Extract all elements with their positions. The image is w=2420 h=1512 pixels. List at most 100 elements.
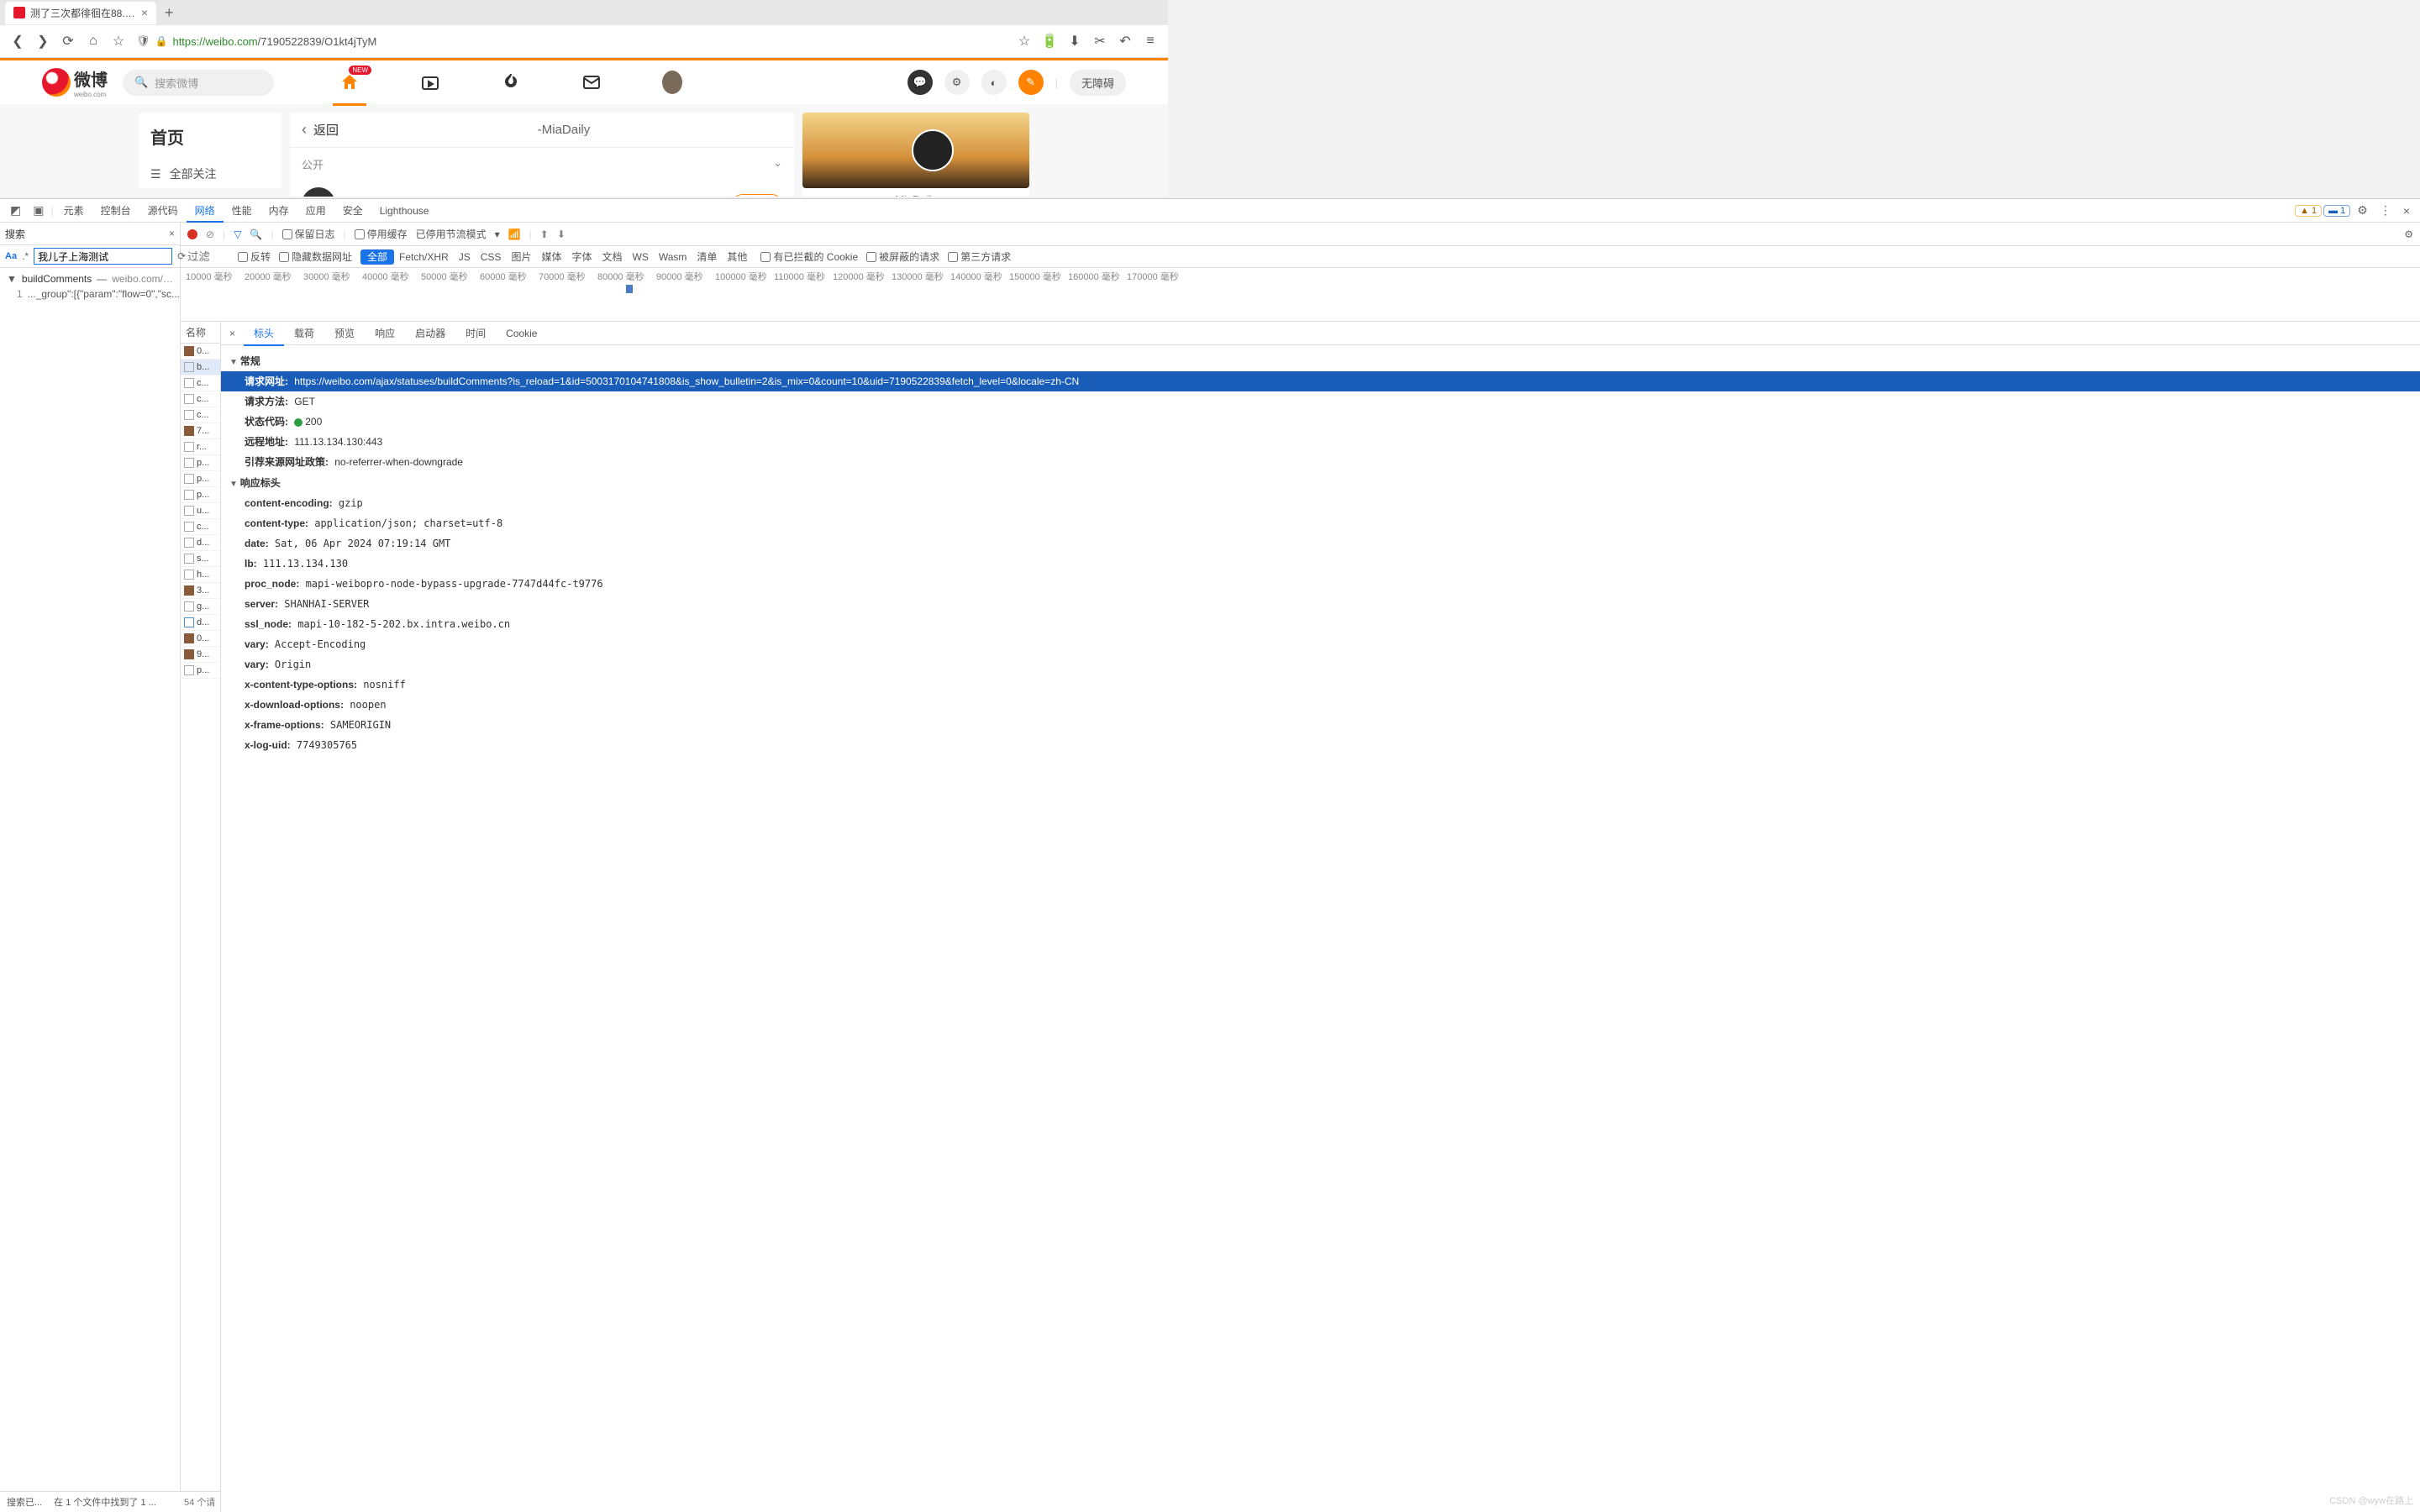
- menu-icon[interactable]: ≡: [1143, 34, 1158, 49]
- device-icon[interactable]: ▣: [28, 203, 49, 218]
- request-row[interactable]: b...: [181, 360, 220, 375]
- filter-tab[interactable]: WS: [628, 249, 654, 265]
- request-row[interactable]: u...: [181, 503, 220, 519]
- devtools-tab-性能[interactable]: 性能: [224, 201, 260, 221]
- request-row[interactable]: 3...: [181, 583, 220, 599]
- forward-button[interactable]: ❯: [35, 34, 50, 49]
- devtools-tab-网络[interactable]: 网络: [187, 201, 224, 223]
- weibo-search[interactable]: 🔍 搜索微博: [123, 70, 274, 96]
- theme-icon[interactable]: ◐: [981, 70, 1007, 95]
- undo-icon[interactable]: ↶: [1118, 34, 1133, 49]
- nav-video[interactable]: [420, 72, 440, 92]
- back-label[interactable]: 返回: [313, 121, 339, 139]
- filter-icon[interactable]: ▽: [234, 228, 241, 240]
- filter-tab[interactable]: JS: [454, 249, 476, 265]
- filter-tab[interactable]: 媒体: [536, 249, 566, 265]
- request-row[interactable]: p...: [181, 487, 220, 503]
- request-row[interactable]: h...: [181, 567, 220, 583]
- accessibility-button[interactable]: 无障碍: [1070, 70, 1126, 96]
- request-row[interactable]: c...: [181, 375, 220, 391]
- filter-tab[interactable]: 字体: [566, 249, 597, 265]
- request-row[interactable]: 0...: [181, 344, 220, 360]
- detail-tab[interactable]: 启动器: [405, 323, 455, 344]
- disable-cache-checkbox[interactable]: 停用缓存: [355, 227, 408, 241]
- nav-message[interactable]: [581, 72, 602, 92]
- back-arrow-icon[interactable]: ‹: [302, 121, 307, 139]
- blocked-cookies-checkbox[interactable]: 有已拦截的 Cookie: [760, 249, 858, 264]
- download-har-icon[interactable]: ⬇: [557, 228, 566, 240]
- detail-tab[interactable]: 载荷: [284, 323, 324, 344]
- scissors-icon[interactable]: ✂: [1092, 34, 1107, 49]
- devtools-tab-源代码[interactable]: 源代码: [139, 201, 187, 221]
- section-response-headers[interactable]: 响应标头: [221, 472, 2420, 493]
- search-input[interactable]: [34, 248, 172, 265]
- filter-tab[interactable]: CSS: [476, 249, 507, 265]
- filter-tab[interactable]: 清单: [692, 249, 722, 265]
- request-row[interactable]: 0...: [181, 631, 220, 647]
- detail-tab[interactable]: 响应: [365, 323, 405, 344]
- close-detail-icon[interactable]: ×: [221, 328, 244, 339]
- net-settings-icon[interactable]: ⚙: [2404, 228, 2413, 240]
- request-row[interactable]: p...: [181, 663, 220, 679]
- chat-icon[interactable]: 💬: [908, 70, 933, 95]
- devtools-tab-内存[interactable]: 内存: [260, 201, 297, 221]
- detail-tab[interactable]: 预览: [324, 323, 365, 344]
- sidebar-item-all[interactable]: ☰ 全部关注: [150, 160, 270, 187]
- new-tab-button[interactable]: +: [156, 4, 182, 22]
- record-button[interactable]: [187, 229, 197, 239]
- regex-toggle[interactable]: .*: [22, 250, 29, 262]
- throttle-dropdown-icon[interactable]: ▾: [495, 228, 500, 240]
- case-sensitive-toggle[interactable]: Aa: [5, 251, 17, 261]
- post-avatar[interactable]: [302, 187, 335, 197]
- filter-tab[interactable]: Wasm: [654, 249, 692, 265]
- back-button[interactable]: ❮: [10, 34, 25, 49]
- request-url-row[interactable]: 请求网址: https://weibo.com/ajax/statuses/bu…: [221, 371, 2420, 391]
- blocked-requests-checkbox[interactable]: 被屏蔽的请求: [866, 249, 939, 264]
- devtools-tab-应用[interactable]: 应用: [297, 201, 334, 221]
- request-row[interactable]: c...: [181, 391, 220, 407]
- settings-gear-icon[interactable]: ⚙: [2352, 203, 2373, 218]
- filter-tab[interactable]: 全部: [360, 249, 394, 265]
- detail-tab[interactable]: 标头: [244, 323, 284, 346]
- request-row[interactable]: g...: [181, 599, 220, 615]
- upload-icon[interactable]: ⬆: [540, 228, 549, 240]
- devtools-tab-元素[interactable]: 元素: [55, 201, 92, 221]
- invert-checkbox[interactable]: 反转: [238, 249, 271, 264]
- request-row[interactable]: r...: [181, 439, 220, 455]
- visibility-selector[interactable]: 公开 ⌄: [290, 148, 794, 181]
- request-row[interactable]: c...: [181, 519, 220, 535]
- filter-tab[interactable]: 其他: [722, 249, 752, 265]
- filter-input[interactable]: [187, 250, 229, 263]
- clear-log-icon[interactable]: ⊘: [206, 228, 214, 240]
- warnings-badge[interactable]: ▲ 1: [2295, 205, 2322, 217]
- reload-button[interactable]: ⟳: [60, 34, 76, 49]
- search-result-file[interactable]: ▼ buildComments — weibo.com/ajax/...: [0, 271, 180, 286]
- devtools-tab-控制台[interactable]: 控制台: [92, 201, 139, 221]
- close-devtools-icon[interactable]: ×: [2398, 204, 2415, 218]
- filter-tab[interactable]: 文档: [597, 249, 627, 265]
- nav-avatar[interactable]: [662, 72, 682, 92]
- wifi-icon[interactable]: 📶: [508, 228, 521, 240]
- issues-badge[interactable]: ▬ 1: [2323, 205, 2350, 217]
- request-row[interactable]: c...: [181, 407, 220, 423]
- nav-hot[interactable]: [501, 72, 521, 92]
- weibo-logo[interactable]: 微博 weibo.com: [42, 66, 108, 98]
- devtools-tab-安全[interactable]: 安全: [334, 201, 371, 221]
- request-row[interactable]: p...: [181, 471, 220, 487]
- third-party-checkbox[interactable]: 第三方请求: [948, 249, 1011, 264]
- nav-home[interactable]: NEW: [339, 72, 360, 92]
- throttle-select[interactable]: 已停用节流模式: [416, 227, 487, 241]
- request-row[interactable]: d...: [181, 535, 220, 551]
- browser-tab[interactable]: 测了三次都徘徊在88... - @-M ×: [5, 2, 156, 24]
- inspect-icon[interactable]: ◩: [5, 203, 26, 218]
- request-row[interactable]: d...: [181, 615, 220, 631]
- request-row[interactable]: s...: [181, 551, 220, 567]
- request-row[interactable]: p...: [181, 455, 220, 471]
- detail-tab[interactable]: Cookie: [496, 323, 547, 344]
- home-button[interactable]: ⌂: [86, 34, 101, 49]
- download-icon[interactable]: ⬇: [1067, 34, 1082, 49]
- profile-avatar[interactable]: [912, 129, 954, 171]
- settings-icon[interactable]: ⚙: [944, 70, 970, 95]
- close-icon[interactable]: ×: [141, 6, 148, 19]
- search-net-icon[interactable]: 🔍: [250, 228, 262, 240]
